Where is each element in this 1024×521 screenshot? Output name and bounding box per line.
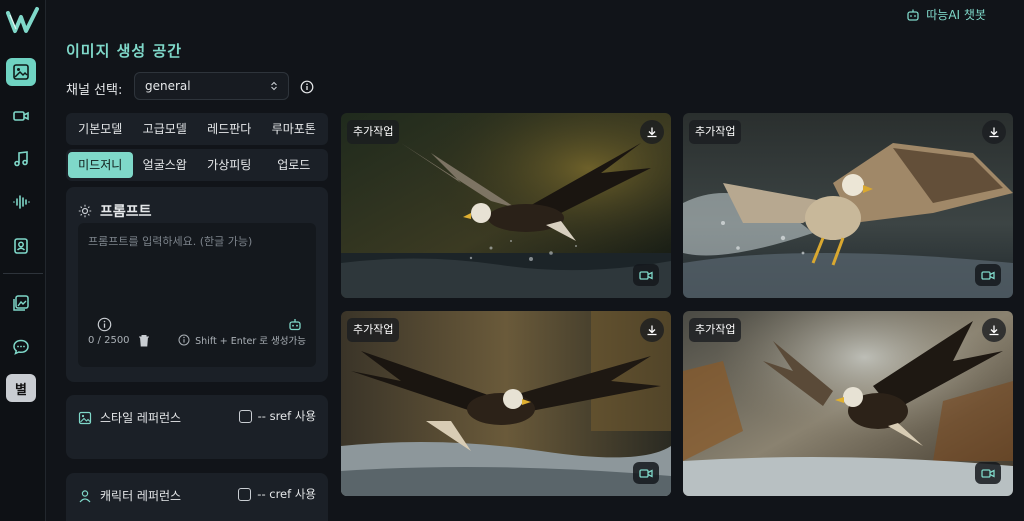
channel-info-icon[interactable] [300, 80, 314, 94]
hint-info-icon [178, 334, 190, 346]
video-icon [639, 468, 653, 478]
char-count-text: 0 / 2500 [88, 335, 130, 346]
make-video-button[interactable] [633, 462, 659, 484]
sidebar-item-music[interactable] [6, 145, 36, 173]
model-tabs-row-2: 미드저니 얼굴스왑 가상피팅 업로드 [66, 149, 328, 181]
image-icon [13, 64, 29, 80]
prompt-header: 프롬프트 [78, 201, 152, 221]
sref-toggle[interactable]: -- sref 사용 [238, 408, 316, 424]
download-icon [647, 325, 657, 336]
trash-icon[interactable] [138, 334, 150, 347]
channel-label: 채널 선택: [66, 83, 123, 98]
channel-select[interactable]: general [134, 72, 289, 100]
additional-work-badge[interactable]: 추가작업 [347, 318, 400, 342]
sidebar: 별 [0, 0, 46, 521]
download-icon [989, 127, 999, 138]
music-icon [14, 151, 28, 167]
image-card-1[interactable]: 추가작업 [341, 113, 671, 298]
chatbot-link-label: 따능AI 챗봇 [926, 8, 986, 22]
model-tabs-row-1: 기본모델 고급모델 레드판다 루마포톤 [66, 113, 328, 145]
gallery-icon [13, 295, 29, 311]
prompt-title: 프롬프트 [100, 204, 152, 220]
tab-upload[interactable]: 업로드 [262, 152, 327, 178]
make-video-button[interactable] [975, 462, 1001, 484]
chat-icon [13, 339, 29, 355]
tab-advanced-model[interactable]: 고급모델 [133, 116, 198, 142]
sidebar-item-video[interactable] [6, 102, 36, 130]
portrait-icon [14, 238, 28, 254]
sidebar-item-gallery[interactable] [6, 289, 36, 317]
tab-face-swap[interactable]: 얼굴스왑 [133, 152, 198, 178]
video-icon [981, 468, 995, 478]
image-icon [78, 411, 92, 424]
additional-work-badge[interactable]: 추가작업 [689, 318, 742, 342]
cref-label: -- cref 사용 [257, 487, 316, 501]
image-card-3[interactable]: 추가작업 [341, 311, 671, 496]
cref-checkbox[interactable] [238, 487, 252, 501]
character-reference-title: 캐릭터 레퍼런스 [100, 489, 182, 503]
updown-chevron-icon [271, 81, 277, 91]
page-title: 이미지 생성 공간 [66, 42, 183, 60]
style-reference-header: 스타일 레퍼런스 [78, 409, 181, 426]
sidebar-item-chat[interactable] [6, 333, 36, 361]
image-card-4[interactable]: 추가작업 [683, 311, 1013, 496]
tab-red-panda[interactable]: 레드판다 [197, 116, 262, 142]
tab-midjourney[interactable]: 미드저니 [68, 152, 133, 178]
chatbot-link[interactable]: 따능AI 챗봇 [906, 6, 986, 23]
sidebar-item-image[interactable] [6, 58, 36, 86]
download-button[interactable] [982, 120, 1006, 144]
make-video-button[interactable] [633, 264, 659, 286]
sidebar-item-star[interactable]: 별 [6, 374, 36, 402]
style-reference-title: 스타일 레퍼런스 [100, 411, 182, 425]
download-button[interactable] [982, 318, 1006, 342]
video-icon [981, 270, 995, 280]
app-logo[interactable] [5, 5, 41, 39]
tab-basic-model[interactable]: 기본모델 [68, 116, 133, 142]
character-reference-header: 캐릭터 레퍼런스 [78, 487, 181, 504]
prompt-robot-icon[interactable] [288, 318, 302, 331]
sidebar-item-portrait[interactable] [6, 232, 36, 260]
additional-work-badge[interactable]: 추가작업 [689, 120, 742, 144]
char-count: 0 / 2500 [88, 334, 150, 347]
video-icon [13, 111, 29, 121]
tab-virtual-fitting[interactable]: 가상피팅 [197, 152, 262, 178]
tab-luma-photon[interactable]: 루마포톤 [262, 116, 327, 142]
sref-label: -- sref 사용 [257, 409, 316, 423]
person-icon [79, 489, 91, 502]
audio-wave-icon [13, 195, 30, 209]
sun-icon [78, 204, 92, 218]
generate-hint: Shift + Enter 로 생성가능 [178, 333, 306, 347]
prompt-box: 0 / 2500 Shift + Enter 로 생성가능 [78, 223, 316, 367]
download-button[interactable] [640, 318, 664, 342]
prompt-panel: 프롬프트 0 / 2500 Shift + Enter 로 생성가능 [66, 187, 328, 382]
sidebar-divider [3, 273, 43, 274]
make-video-button[interactable] [975, 264, 1001, 286]
additional-work-badge[interactable]: 추가작업 [347, 120, 400, 144]
video-icon [639, 270, 653, 280]
prompt-input[interactable] [88, 233, 306, 313]
style-reference-panel: 스타일 레퍼런스 -- sref 사용 [66, 395, 328, 459]
star-icon: 별 [15, 382, 27, 398]
image-card-2[interactable]: 추가작업 [683, 113, 1013, 298]
sidebar-item-audio[interactable] [6, 188, 36, 216]
cref-toggle[interactable]: -- cref 사용 [238, 486, 316, 502]
prompt-info-icon[interactable] [97, 317, 112, 332]
channel-value: general [145, 79, 191, 93]
robot-icon [907, 9, 919, 21]
download-button[interactable] [640, 120, 664, 144]
sref-checkbox[interactable] [238, 409, 252, 423]
hint-text: Shift + Enter 로 생성가능 [195, 336, 306, 347]
character-reference-panel: 캐릭터 레퍼런스 -- cref 사용 [66, 473, 328, 521]
download-icon [647, 127, 657, 138]
download-icon [989, 325, 999, 336]
